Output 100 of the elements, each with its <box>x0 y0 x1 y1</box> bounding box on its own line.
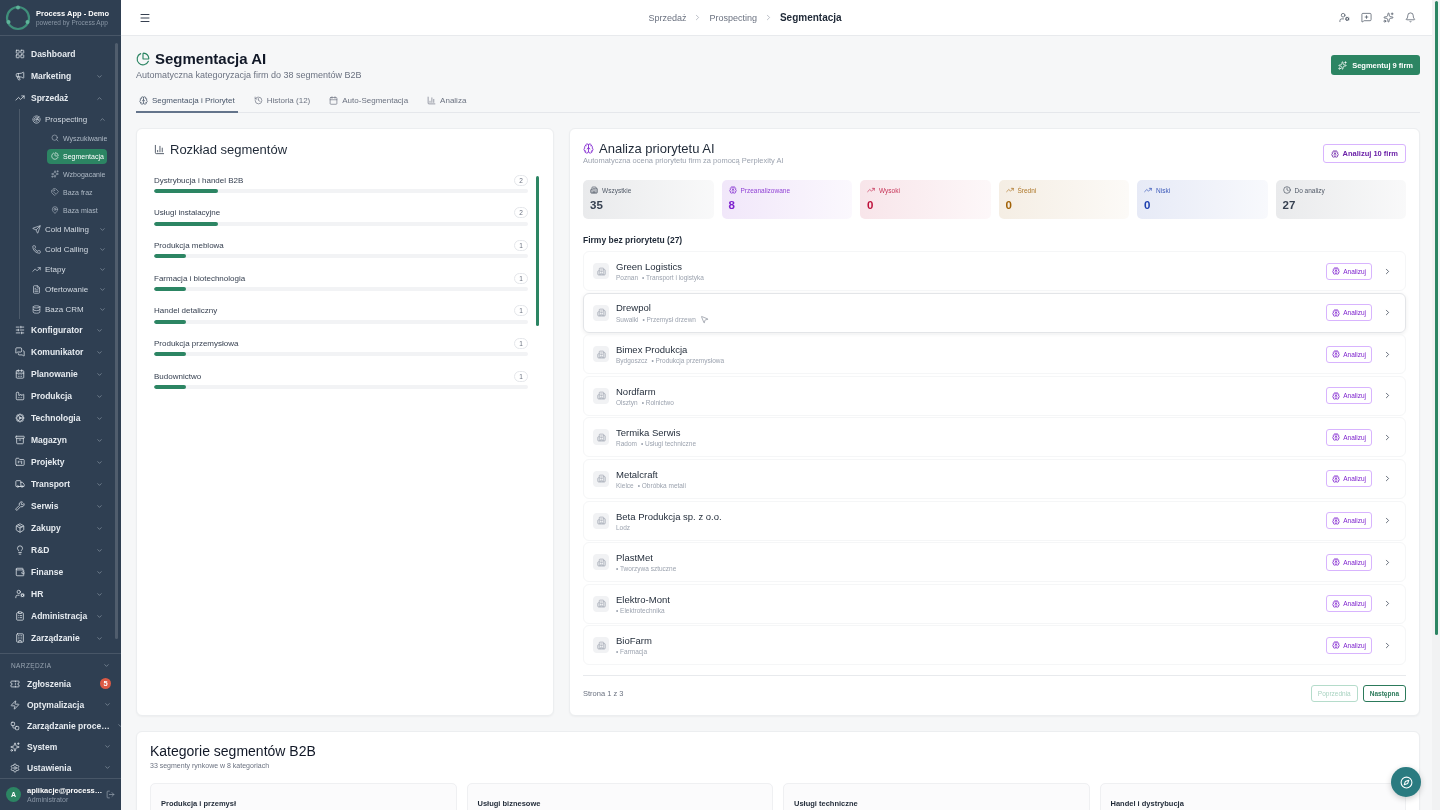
clock-icon <box>1282 186 1291 194</box>
sidebar-item[interactable]: Administracja <box>0 605 115 627</box>
tab[interactable]: Historia (12) <box>250 90 314 113</box>
sidebar-item[interactable]: Optymalizacja <box>0 694 121 715</box>
trend-icon <box>32 264 41 274</box>
menu-icon[interactable] <box>139 11 151 24</box>
chevron-right-icon[interactable] <box>1383 640 1392 650</box>
sidebar-item[interactable]: Baza CRM <box>20 299 115 319</box>
list-title: Firmy bez priorytetu (27) <box>583 234 684 246</box>
sidebar-item[interactable]: Ofertowanie <box>20 279 115 299</box>
segment-name: Produkcja meblowa <box>154 240 224 250</box>
radar-icon <box>32 114 41 124</box>
chevron-right-icon[interactable] <box>1383 391 1392 401</box>
tab[interactable]: Segmentacja i Priorytet <box>136 90 238 113</box>
sidebar-item[interactable]: Prospecting <box>20 109 115 129</box>
lightning-icon <box>10 699 20 710</box>
sidebar-item[interactable]: Konfigurator <box>0 319 115 341</box>
search-icon <box>51 134 59 142</box>
settings-icon <box>10 762 20 773</box>
trend-up-icon <box>1005 186 1014 194</box>
sidebar-item[interactable]: Etapy <box>20 259 115 279</box>
scrollbar-thumb[interactable] <box>115 43 118 639</box>
phone-icon <box>32 244 41 254</box>
company-name: Termika Serwis <box>616 427 682 439</box>
sidebar-item[interactable]: HR <box>0 583 115 605</box>
brain-icon <box>1332 350 1341 359</box>
sidebar-item[interactable]: System <box>0 736 121 757</box>
sidebar-item[interactable]: Produkcja <box>0 385 115 407</box>
sparkles-icon[interactable] <box>1383 12 1394 23</box>
chevron-down-icon[interactable] <box>103 661 110 669</box>
breadcrumb-link[interactable]: Segmentacja <box>779 12 842 23</box>
message-plus-icon[interactable] <box>1361 12 1372 23</box>
sidebar-item[interactable]: R&D <box>0 539 115 561</box>
scrollbar-thumb[interactable] <box>1434 1 1438 635</box>
sidebar-item[interactable]: Serwis <box>0 495 115 517</box>
chevron-right-icon[interactable] <box>1383 308 1392 318</box>
grid-icon <box>15 49 25 59</box>
trend-icon <box>15 93 25 103</box>
sidebar-item[interactable]: Transport <box>0 473 115 495</box>
database-icon <box>32 304 41 314</box>
building-icon <box>593 304 609 321</box>
chevron-right-icon[interactable] <box>1383 516 1392 526</box>
bar-chart-icon <box>427 96 437 105</box>
sidebar-item[interactable]: Projekty <box>0 451 115 473</box>
building-icon <box>593 263 609 279</box>
chevron-right-icon[interactable] <box>1383 266 1392 276</box>
scrollbar-thumb[interactable] <box>536 176 539 326</box>
chevron-right-icon[interactable] <box>1383 599 1392 609</box>
stat-value: 35 <box>590 199 604 211</box>
sidebar-item[interactable]: Dashboard <box>0 43 115 65</box>
card-title: Kategorie segmentów B2B <box>150 743 317 760</box>
chevron-right-icon[interactable] <box>1383 474 1392 484</box>
lightbulb-icon <box>15 545 25 555</box>
user-gear-icon <box>15 589 25 599</box>
sidebar-item[interactable]: Marketing <box>0 65 115 87</box>
building-icon <box>593 346 609 363</box>
pie-chart-icon <box>51 152 59 160</box>
sidebar-item[interactable]: Finanse <box>0 561 115 583</box>
megaphone-icon <box>15 71 25 81</box>
sidebar-item[interactable]: Zakupy <box>0 517 115 539</box>
building-icon <box>593 637 609 654</box>
sidebar-item[interactable]: Komunikator <box>0 341 115 363</box>
stat-value: 27 <box>1282 199 1297 211</box>
chevron-right-icon[interactable] <box>1383 349 1392 359</box>
building-icon <box>593 387 609 404</box>
sidebar-item[interactable]: Cold Calling <box>20 239 115 259</box>
archive-icon <box>15 435 25 445</box>
user-gear-icon[interactable] <box>1339 12 1350 23</box>
sidebar-item[interactable]: Cold Mailing <box>20 219 115 239</box>
brain-icon <box>1332 433 1341 442</box>
sidebar-item[interactable]: Zarządzanie <box>0 627 115 649</box>
sliders-icon <box>15 325 25 335</box>
tab[interactable]: Analiza <box>424 90 470 113</box>
sidebar-item[interactable]: Technologia <box>0 407 115 429</box>
compass-icon <box>1399 775 1413 789</box>
sidebar-item[interactable]: Zarządzanie proce… <box>0 715 121 736</box>
brain-icon <box>1332 641 1341 650</box>
brain-icon <box>1332 267 1341 275</box>
pie-chart-icon <box>136 51 150 66</box>
wrench-icon <box>15 501 25 511</box>
chevron-right-icon[interactable] <box>1383 557 1392 567</box>
breadcrumb-link[interactable]: Sprzedaż <box>648 12 687 23</box>
sidebar-item[interactable]: Magazyn <box>0 429 115 451</box>
wallet-icon <box>15 567 25 577</box>
history-icon <box>253 96 263 105</box>
chevron-right-icon[interactable] <box>1383 432 1392 442</box>
building-icon <box>590 186 598 194</box>
folder-icon <box>15 457 25 467</box>
sidebar-item[interactable]: Sprzedaż <box>0 87 115 109</box>
sidebar-item[interactable]: Planowanie <box>0 363 115 385</box>
brain-icon <box>1332 516 1341 525</box>
card-title: Rozkład segmentów <box>170 141 288 157</box>
tab[interactable]: Auto-Segmentacja <box>326 90 412 113</box>
notifications-icon[interactable] <box>1405 12 1416 23</box>
breadcrumb-link[interactable]: Prospecting <box>709 12 757 23</box>
sidebar-item[interactable]: Ustawienia <box>0 757 121 778</box>
logout-icon[interactable] <box>106 790 115 799</box>
segment-name: Farmacja i biotechnologia <box>154 273 246 283</box>
building-icon <box>593 595 609 612</box>
segment-name: Produkcja przemysłowa <box>154 338 239 348</box>
